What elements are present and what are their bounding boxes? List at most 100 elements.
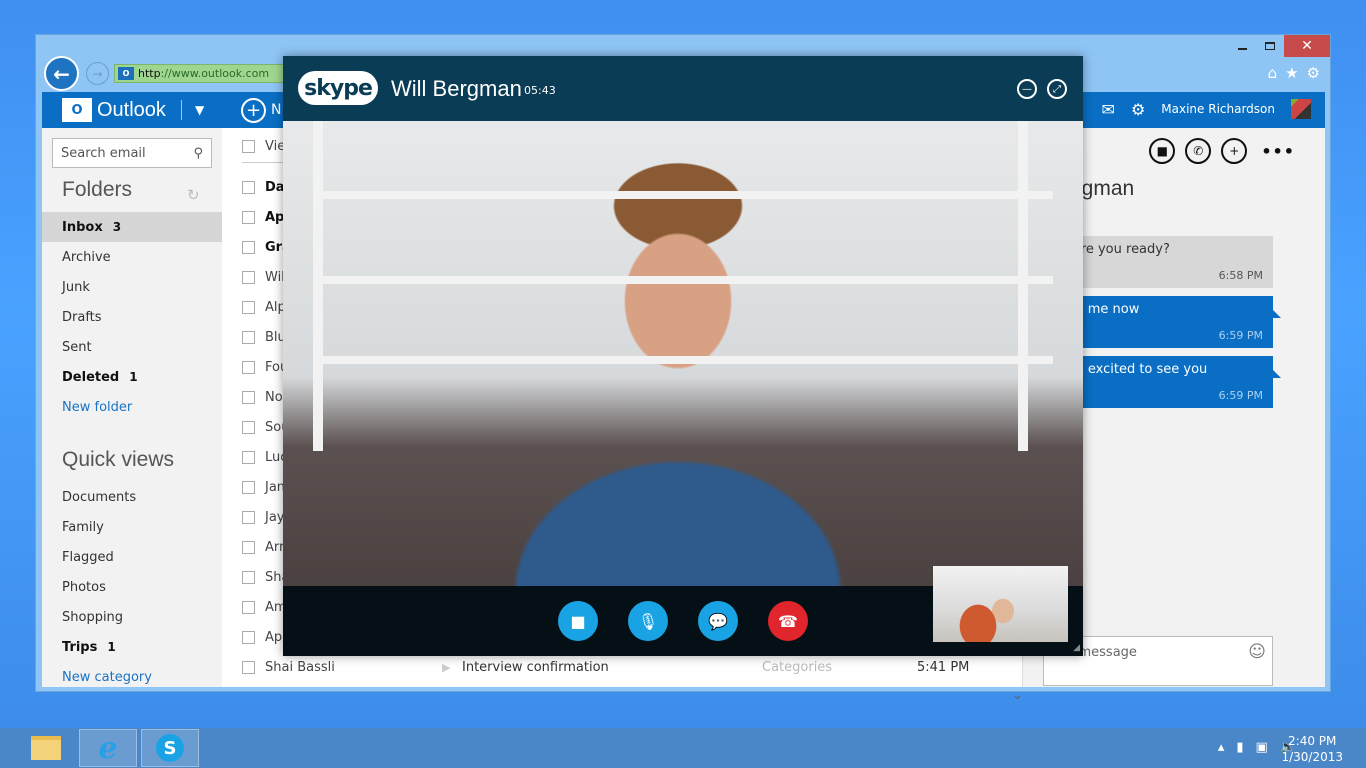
folder-item[interactable]: Documents xyxy=(42,482,222,512)
message-checkbox[interactable] xyxy=(242,660,255,674)
bookshelf xyxy=(1018,121,1028,451)
user-name[interactable]: Maxine Richardson xyxy=(1161,102,1275,116)
message-checkbox[interactable] xyxy=(242,450,255,464)
window-controls: ✕ xyxy=(1228,35,1330,57)
phone-call-icon[interactable]: ✆ xyxy=(1185,138,1212,164)
message-checkbox[interactable] xyxy=(242,570,255,584)
chat-toggle-button[interactable]: 💬 xyxy=(698,601,738,641)
message-sender: Wil xyxy=(265,269,285,285)
message-sender: Ap xyxy=(265,209,285,225)
message-checkbox[interactable] xyxy=(242,240,255,254)
message-checkbox[interactable] xyxy=(242,270,255,284)
browser-tools: ⌂ ★ ⚙ xyxy=(1268,64,1320,82)
folder-item[interactable]: Shopping xyxy=(42,602,222,632)
end-call-button[interactable]: ☎ xyxy=(768,601,808,641)
taskbar-skype[interactable]: S xyxy=(141,729,199,767)
minimize-call-button[interactable]: — xyxy=(1017,79,1037,99)
search-placeholder: Search email xyxy=(61,145,146,161)
mic-toggle-button[interactable]: 🎙 xyxy=(628,601,668,641)
more-options-icon[interactable]: ••• xyxy=(1261,142,1295,161)
divider xyxy=(180,100,182,120)
expand-call-button[interactable]: ⤢ xyxy=(1047,79,1067,99)
add-people-icon[interactable]: + xyxy=(1221,138,1248,164)
folder-item[interactable]: Photos xyxy=(42,572,222,602)
favorites-star-icon[interactable]: ★ xyxy=(1285,64,1298,82)
folder-item[interactable]: New folder xyxy=(42,392,222,422)
message-checkbox[interactable] xyxy=(242,420,255,434)
select-all-checkbox[interactable] xyxy=(242,139,255,153)
outlook-favicon-icon: O xyxy=(118,67,134,80)
chevron-down-icon[interactable]: ▼ xyxy=(195,103,204,117)
message-checkbox[interactable] xyxy=(242,630,255,644)
close-button[interactable]: ✕ xyxy=(1284,35,1330,57)
back-button[interactable]: ← xyxy=(44,56,79,91)
minus-icon: — xyxy=(1022,83,1032,95)
message-checkbox[interactable] xyxy=(242,360,255,374)
message-checkbox[interactable] xyxy=(242,600,255,614)
outlook-brand[interactable]: O Outlook ▼ xyxy=(62,98,204,122)
skype-logo: skype xyxy=(298,71,378,105)
message-checkbox[interactable] xyxy=(242,540,255,554)
gear-icon[interactable]: ⚙ xyxy=(1307,64,1320,82)
video-call-icon[interactable]: ■ xyxy=(1149,138,1176,164)
taskbar-file-explorer[interactable] xyxy=(17,729,75,767)
url-text: ://www.outlook.com xyxy=(160,67,270,80)
folder-label: Drafts xyxy=(62,309,102,325)
new-button[interactable]: + xyxy=(241,98,266,123)
clock[interactable]: 2:40 PM 1/30/2013 xyxy=(1281,733,1343,765)
skype-icon: S xyxy=(156,734,184,762)
bookshelf xyxy=(313,121,323,451)
folder-item[interactable]: Deleted 1 xyxy=(42,362,222,392)
folder-label: Family xyxy=(62,519,104,535)
folder-item[interactable]: Family xyxy=(42,512,222,542)
message-category[interactable]: Categories xyxy=(762,660,832,675)
folder-item[interactable]: Sent xyxy=(42,332,222,362)
search-input[interactable]: Search email ⚲ xyxy=(52,138,212,168)
emoticon-icon[interactable]: ☺ xyxy=(1248,642,1266,662)
bookshelf xyxy=(313,191,1053,199)
unread-count: 3 xyxy=(112,220,122,234)
quick-views-heading: Quick views xyxy=(62,448,175,471)
new-label[interactable]: N xyxy=(271,102,281,118)
video-toggle-button[interactable]: ■ xyxy=(558,601,598,641)
flag-icon[interactable]: ▶ xyxy=(442,661,450,674)
folder-item[interactable]: Inbox 3 xyxy=(42,212,222,242)
outlook-title: Outlook xyxy=(97,98,166,121)
folder-item[interactable]: Junk xyxy=(42,272,222,302)
self-video-preview[interactable] xyxy=(933,566,1068,642)
folder-item[interactable]: Trips 1 xyxy=(42,632,222,662)
avatar[interactable] xyxy=(1291,99,1311,119)
message-time: 5:41 PM xyxy=(917,659,970,675)
network-icon[interactable]: ▣ xyxy=(1256,740,1268,755)
message-subject: Interview confirmation xyxy=(462,659,609,675)
settings-gear-icon[interactable]: ⚙ xyxy=(1131,100,1145,119)
power-icon[interactable]: ▮ xyxy=(1236,740,1243,755)
message-checkbox[interactable] xyxy=(242,330,255,344)
outlook-logo-icon: O xyxy=(62,98,92,122)
search-icon[interactable]: ⚲ xyxy=(193,146,203,161)
message-checkbox[interactable] xyxy=(242,480,255,494)
close-icon: ✕ xyxy=(1301,38,1313,54)
folder-item[interactable]: Drafts xyxy=(42,302,222,332)
clock-time: 2:40 PM xyxy=(1288,734,1337,748)
folder-item[interactable]: New category xyxy=(42,662,222,692)
message-checkbox[interactable] xyxy=(242,300,255,314)
message-checkbox[interactable] xyxy=(242,210,255,224)
scroll-down-chevron-icon[interactable]: ⌄ xyxy=(1012,688,1023,703)
folder-item[interactable]: Archive xyxy=(42,242,222,272)
message-row[interactable]: Shai Bassli ▶ Interview confirmation Catego… xyxy=(242,652,1012,682)
show-hidden-icons-icon[interactable]: ▴ xyxy=(1218,740,1225,755)
forward-button[interactable]: → xyxy=(86,62,109,85)
taskbar-internet-explorer[interactable]: e xyxy=(79,729,137,767)
resize-grip-icon[interactable]: ◢ xyxy=(1073,643,1080,653)
message-checkbox[interactable] xyxy=(242,180,255,194)
messaging-icon[interactable]: ✉ xyxy=(1102,100,1115,119)
folder-item[interactable]: Flagged xyxy=(42,542,222,572)
message-checkbox[interactable] xyxy=(242,390,255,404)
maximize-button[interactable] xyxy=(1256,35,1284,57)
message-checkbox[interactable] xyxy=(242,510,255,524)
home-icon[interactable]: ⌂ xyxy=(1268,64,1278,82)
minimize-button[interactable] xyxy=(1228,35,1256,57)
refresh-icon[interactable]: ↻ xyxy=(187,186,200,204)
address-bar[interactable]: O http://www.outlook.com xyxy=(114,64,284,83)
